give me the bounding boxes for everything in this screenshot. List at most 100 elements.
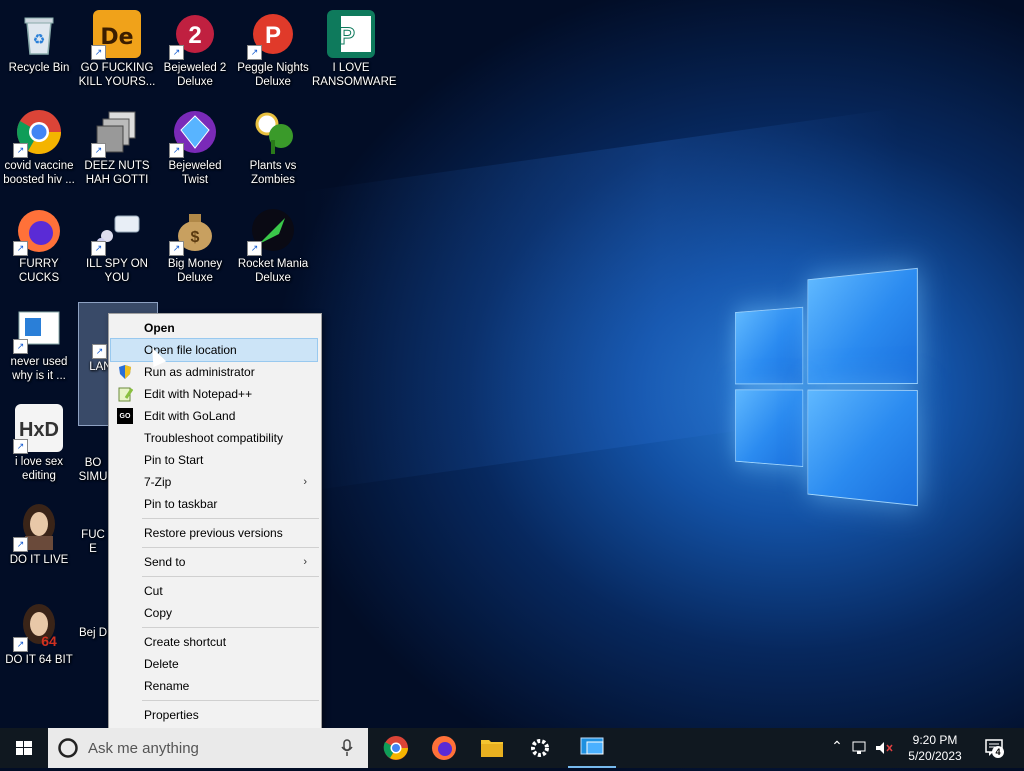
menu-item-restore-versions[interactable]: Restore previous versions (111, 522, 317, 544)
menu-item-send-to[interactable]: Send to › (111, 551, 317, 573)
menu-item-label: Pin to taskbar (144, 497, 218, 511)
chrome-icon (383, 736, 408, 760)
volume-muted-icon[interactable] (874, 740, 894, 759)
action-center-button[interactable]: 4 (980, 738, 1010, 761)
system-clock[interactable]: 9:20 PM 5/20/2023 (896, 732, 974, 764)
start-button[interactable] (0, 728, 48, 768)
menu-item-label: Rename (144, 679, 190, 693)
menu-item-label: Delete (144, 657, 179, 671)
taskbar: Ask me anything ⌃ 9:20 PM 5/20/2023 4 (0, 728, 1024, 768)
menu-item-label: Create shortcut (144, 635, 227, 649)
shortcut-arrow-icon: ↗ (13, 637, 28, 652)
search-box[interactable]: Ask me anything (48, 728, 368, 768)
desktop-icon-firefox[interactable]: ↗ FURRY CUCKS (0, 200, 78, 292)
desktop-icon-rocket-mania[interactable]: ↗ Rocket Mania Deluxe (234, 200, 312, 292)
taskbar-chrome[interactable] (372, 728, 420, 768)
chrome-icon: ↗ (13, 108, 63, 158)
icon-label: BO SIMU (78, 457, 108, 483)
desktop-icon-recycle-bin[interactable]: ♻ Recycle Bin (0, 4, 78, 96)
menu-item-label: Properties (144, 708, 199, 722)
taskbar-firefox[interactable] (420, 728, 468, 768)
icon-label: covid vaccine boosted hiv ... (3, 160, 75, 186)
menu-separator (142, 576, 319, 577)
menu-item-7zip[interactable]: 7-Zip › (111, 471, 317, 493)
desktop-icon-bejeweled-2[interactable]: 2 ↗ Bejeweled 2 Deluxe (156, 4, 234, 96)
desktop-icon-plants-vs-zombies[interactable]: Plants vs Zombies (234, 102, 312, 194)
menu-item-pin-to-start[interactable]: Pin to Start (111, 449, 317, 471)
taskbar-settings[interactable] (516, 728, 564, 768)
portrait-icon: ↗ (13, 502, 63, 552)
publisher-icon: P (327, 10, 375, 58)
money-bag-icon: $ ↗ (169, 206, 219, 256)
desktop-icon-do-it-live[interactable]: ↗ DO IT LIVE (0, 496, 78, 588)
menu-item-copy[interactable]: Copy (111, 602, 317, 624)
svg-text:P: P (339, 23, 355, 50)
desktop-icon-spy[interactable]: ↗ ILL SPY ON YOU (78, 200, 156, 292)
shortcut-arrow-icon: ↗ (169, 143, 184, 158)
menu-item-create-shortcut[interactable]: Create shortcut (111, 631, 317, 653)
notepad-plus-plus-icon (117, 386, 134, 402)
shortcut-arrow-icon: ↗ (169, 45, 184, 60)
desktop-icon-deez-nuts[interactable]: ↗ DEEZ NUTS HAH GOTTI (78, 102, 156, 194)
taskbar-file-explorer[interactable] (468, 728, 516, 768)
menu-item-open[interactable]: Open (111, 317, 317, 339)
shortcut-arrow-icon: ↗ (92, 344, 107, 359)
menu-item-label: Copy (144, 606, 173, 620)
menu-item-label: Send to (144, 555, 186, 569)
menu-item-run-as-admin[interactable]: Run as administrator (111, 361, 317, 383)
shortcut-arrow-icon: ↗ (247, 45, 262, 60)
icon-label: Plants vs Zombies (249, 160, 297, 186)
tray-overflow-chevron-icon[interactable]: ⌃ (828, 738, 846, 755)
cortana-icon (58, 738, 78, 758)
plants-vs-zombies-icon (249, 108, 297, 156)
desktop-icon-bo[interactable]: BO SIMU (78, 432, 108, 524)
network-computer-icon: ↗ (91, 206, 141, 256)
icon-label: FUC E (81, 529, 105, 555)
menu-item-rename[interactable]: Rename (111, 675, 317, 697)
logo-pane (735, 389, 804, 468)
taskbar-remote-desktop[interactable] (568, 728, 616, 768)
desktop-icon-bej[interactable]: Bej D (78, 626, 108, 718)
icon-label: Bejeweled 2 Deluxe (163, 62, 227, 88)
desktop-icon-peggle-nights[interactable]: P ↗ Peggle Nights Deluxe (234, 4, 312, 96)
folder-icon (481, 740, 503, 757)
menu-item-label: Pin to Start (144, 453, 204, 467)
menu-item-label: Run as administrator (144, 365, 255, 379)
menu-item-properties[interactable]: Properties (111, 704, 317, 726)
shortcut-arrow-icon: ↗ (91, 143, 106, 158)
menu-item-open-file-location[interactable]: Open file location (110, 338, 318, 362)
menu-item-edit-goland[interactable]: GO Edit with GoLand (111, 405, 317, 427)
desktop-icon-do-it-64-bit[interactable]: 64 ↗ DO IT 64 BIT (0, 596, 78, 688)
menu-item-label: Troubleshoot compatibility (144, 431, 283, 445)
desktop-icon-never-used[interactable]: ↗ never used why is it ... (0, 298, 78, 390)
desktop-icon-fuc[interactable]: FUC E (78, 528, 108, 620)
shortcut-arrow-icon: ↗ (13, 241, 28, 256)
clock-date: 5/20/2023 (908, 749, 962, 763)
menu-item-edit-notepad[interactable]: Edit with Notepad++ (111, 383, 317, 405)
bejeweled-twist-icon: ↗ (169, 108, 219, 158)
svg-text:P: P (265, 22, 281, 49)
bejeweled-2-icon: 2 ↗ (169, 10, 219, 60)
icon-label: i love sex editing (15, 456, 63, 482)
svg-text:64: 64 (41, 633, 57, 649)
menu-item-delete[interactable]: Delete (111, 653, 317, 675)
clock-time: 9:20 PM (912, 733, 958, 747)
icon-label: DEEZ NUTS HAH GOTTI (84, 160, 150, 186)
logo-pane (807, 267, 918, 385)
network-icon[interactable] (852, 740, 870, 759)
desktop-icon-ransomware[interactable]: P I LOVE RANSOMWARE (312, 4, 397, 96)
menu-item-troubleshoot[interactable]: Troubleshoot compatibility (111, 427, 317, 449)
icon-label: Big Money Deluxe (167, 258, 223, 284)
gear-icon (531, 739, 549, 757)
desktop-icon-bejeweled-twist[interactable]: ↗ Bejeweled Twist (156, 102, 234, 194)
peggle-icon: P ↗ (247, 10, 297, 60)
desktop-icon-chrome[interactable]: ↗ covid vaccine boosted hiv ... (0, 102, 78, 194)
desktop-icon-big-money[interactable]: $ ↗ Big Money Deluxe (156, 200, 234, 292)
menu-item-pin-to-taskbar[interactable]: Pin to taskbar (111, 493, 317, 515)
desktop-icon-de[interactable]: De ↗ GO FUCKING KILL YOURS... (78, 4, 156, 96)
goland-icon: GO (117, 408, 133, 424)
menu-separator (142, 547, 319, 548)
menu-item-cut[interactable]: Cut (111, 580, 317, 602)
rocket-mania-icon: ↗ (247, 206, 297, 256)
desktop-icon-hxd[interactable]: HxD ↗ i love sex editing (0, 398, 78, 490)
